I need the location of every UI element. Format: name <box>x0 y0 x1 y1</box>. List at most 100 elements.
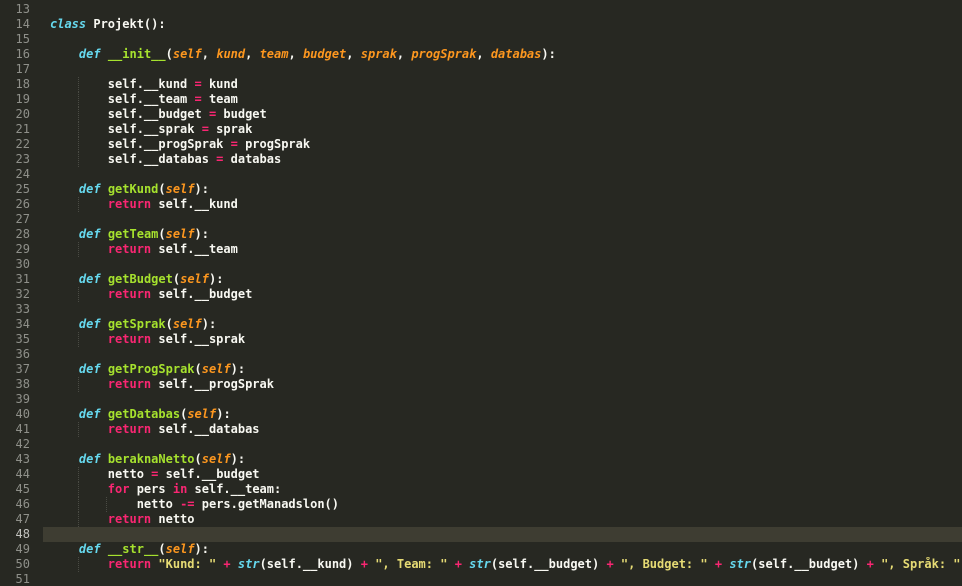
code-line[interactable]: 16 def __init__(self, kund, team, budget… <box>0 47 962 62</box>
code-text[interactable] <box>43 32 962 47</box>
line-number: 46 <box>15 497 30 511</box>
code-line[interactable]: 45 for pers in self.__team: <box>0 482 962 497</box>
code-line[interactable]: 39 <box>0 392 962 407</box>
code-text[interactable]: def getBudget(self): <box>43 272 962 287</box>
code-line[interactable]: 49 def __str__(self): <box>0 542 962 557</box>
code-text[interactable] <box>43 572 962 586</box>
code-line[interactable]: 15 <box>0 32 962 47</box>
code-text[interactable]: def __init__(self, kund, team, budget, s… <box>43 47 962 62</box>
code-token: budget <box>216 107 267 121</box>
code-editor[interactable]: 13 14 class Projekt(): 15 16 def __init__(se… <box>0 0 962 586</box>
code-text[interactable]: self.__kund = kund <box>43 77 962 92</box>
code-text[interactable]: netto -= pers.getManadslon() <box>43 497 962 512</box>
code-line[interactable]: 44 netto = self.__budget <box>0 467 962 482</box>
code-token: , <box>396 47 412 61</box>
code-token: __init__ <box>107 47 166 61</box>
code-text[interactable]: self.__team = team <box>43 92 962 107</box>
code-line[interactable]: 29 return self.__team <box>0 242 962 257</box>
code-line[interactable]: 38 return self.__progSprak <box>0 377 962 392</box>
code-text[interactable]: self.__databas = databas <box>43 152 962 167</box>
code-line[interactable]: 18 self.__kund = kund <box>0 77 962 92</box>
code-line[interactable]: 21 self.__sprak = sprak <box>0 122 962 137</box>
code-text[interactable]: return self.__kund <box>43 197 962 212</box>
code-line[interactable]: 28 def getTeam(self): <box>0 227 962 242</box>
code-text[interactable] <box>43 167 962 182</box>
code-text[interactable] <box>43 437 962 452</box>
code-text[interactable]: def getTeam(self): <box>43 227 962 242</box>
code-line[interactable]: 30 <box>0 257 962 272</box>
code-line[interactable]: 51 <box>0 572 962 586</box>
code-text[interactable] <box>43 347 962 362</box>
code-token: + <box>223 557 231 571</box>
code-line[interactable]: 17 <box>0 62 962 77</box>
code-text[interactable]: def getDatabas(self): <box>43 407 962 422</box>
code-text[interactable]: def beraknaNetto(self): <box>43 452 962 467</box>
code-text[interactable]: def getSprak(self): <box>43 317 962 332</box>
code-text[interactable]: return self.__sprak <box>43 332 962 347</box>
code-line[interactable]: 50 return "Kund: " + str(self.__kund) + … <box>0 557 962 572</box>
code-line[interactable]: 27 <box>0 212 962 227</box>
code-token: databas <box>223 152 282 166</box>
line-number: 28 <box>15 227 30 241</box>
code-line[interactable]: 41 return self.__databas <box>0 422 962 437</box>
code-token: self <box>180 272 209 286</box>
code-line[interactable]: 19 self.__team = team <box>0 92 962 107</box>
code-text[interactable] <box>43 392 962 407</box>
code-text[interactable]: return self.__budget <box>43 287 962 302</box>
code-line[interactable]: 37 def getProgSprak(self): <box>0 362 962 377</box>
code-token: self.__sprak <box>107 122 202 136</box>
code-text[interactable]: return self.__databas <box>43 422 962 437</box>
code-text[interactable] <box>43 62 962 77</box>
code-text[interactable]: netto = self.__budget <box>43 467 962 482</box>
code-line[interactable]: 35 return self.__sprak <box>0 332 962 347</box>
code-token: self <box>172 47 202 61</box>
code-line[interactable]: 33 <box>0 302 962 317</box>
code-text[interactable]: return self.__progSprak <box>43 377 962 392</box>
code-line[interactable]: 25 def getKund(self): <box>0 182 962 197</box>
code-line[interactable]: 26 return self.__kund <box>0 197 962 212</box>
code-token: self.__budget <box>107 107 209 121</box>
code-text[interactable] <box>43 257 962 272</box>
code-line[interactable]: 48 <box>0 527 962 542</box>
code-line[interactable]: 22 self.__progSprak = progSprak <box>0 137 962 152</box>
code-token: = <box>230 137 238 151</box>
code-line[interactable]: 24 <box>0 167 962 182</box>
code-line[interactable]: 32 return self.__budget <box>0 287 962 302</box>
code-text[interactable]: return netto <box>43 512 962 527</box>
code-text[interactable] <box>43 302 962 317</box>
code-token: def <box>78 182 101 196</box>
code-text[interactable]: def getKund(self): <box>43 182 962 197</box>
code-text[interactable]: return "Kund: " + str(self.__kund) + ", … <box>43 557 962 572</box>
code-token: self.__databas <box>107 152 217 166</box>
code-text[interactable] <box>43 527 962 542</box>
line-number: 21 <box>15 122 30 136</box>
code-line[interactable]: 14 class Projekt(): <box>0 17 962 32</box>
code-text[interactable] <box>43 212 962 227</box>
code-line[interactable]: 23 self.__databas = databas <box>0 152 962 167</box>
code-line[interactable]: 20 self.__budget = budget <box>0 107 962 122</box>
code-text[interactable]: self.__sprak = sprak <box>43 122 962 137</box>
code-text[interactable] <box>43 2 962 17</box>
line-number: 36 <box>15 347 30 361</box>
code-text[interactable]: for pers in self.__team: <box>43 482 962 497</box>
code-line[interactable]: 42 <box>0 437 962 452</box>
code-text[interactable]: def getProgSprak(self): <box>43 362 962 377</box>
code-line[interactable]: 40 def getDatabas(self): <box>0 407 962 422</box>
code-text[interactable]: self.__progSprak = progSprak <box>43 137 962 152</box>
code-token: __str__ <box>107 542 159 556</box>
code-text[interactable]: self.__budget = budget <box>43 107 962 122</box>
code-line[interactable]: 31 def getBudget(self): <box>0 272 962 287</box>
indent-guide <box>78 497 79 512</box>
code-token: netto <box>107 467 152 481</box>
code-text[interactable]: def __str__(self): <box>43 542 962 557</box>
code-line[interactable]: 46 netto -= pers.getManadslon() <box>0 497 962 512</box>
code-line[interactable]: 43 def beraknaNetto(self): <box>0 452 962 467</box>
code-line[interactable]: 47 return netto <box>0 512 962 527</box>
code-token: def <box>78 362 101 376</box>
code-line[interactable]: 13 <box>0 2 962 17</box>
code-line[interactable]: 36 <box>0 347 962 362</box>
code-text[interactable]: class Projekt(): <box>43 17 962 32</box>
code-text[interactable]: return self.__team <box>43 242 962 257</box>
code-line[interactable]: 34 def getSprak(self): <box>0 317 962 332</box>
